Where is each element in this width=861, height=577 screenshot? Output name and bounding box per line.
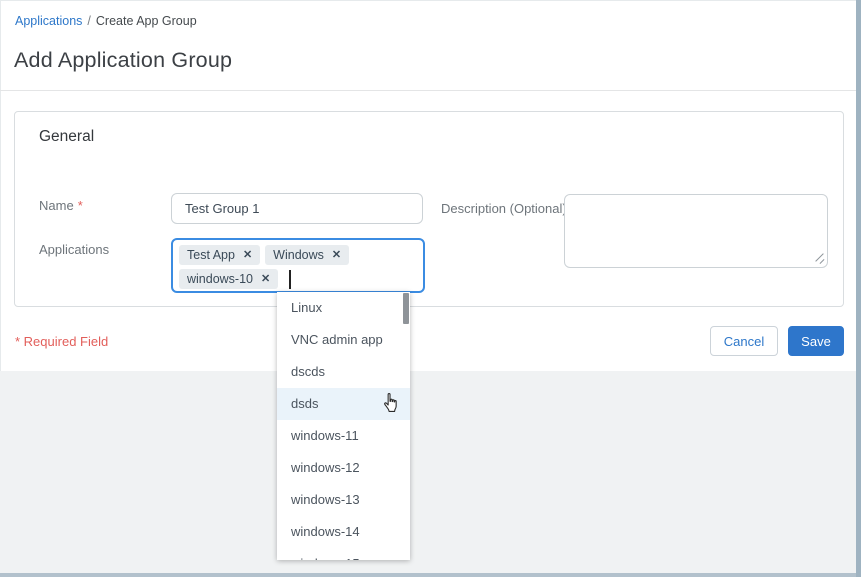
dropdown-option-windows-13[interactable]: windows-13 (277, 484, 410, 516)
description-label: Description (Optional) (441, 201, 567, 216)
remove-tag-icon[interactable]: ✕ (243, 250, 252, 261)
dropdown-option-windows-15[interactable]: windows-15 (277, 548, 410, 560)
create-app-group-page: Applications / Create App Group Add Applic… (0, 0, 861, 577)
vertical-scrollbar[interactable] (856, 0, 861, 577)
save-button[interactable]: Save (788, 326, 844, 356)
applications-multiselect[interactable]: Test App ✕ Windows ✕ windows-10 ✕ (171, 238, 425, 293)
dropdown-option-vnc-admin-app[interactable]: VNC admin app (277, 324, 410, 356)
header-divider (0, 90, 856, 91)
name-label-text: Name (39, 198, 74, 213)
tag-label: Windows (273, 248, 324, 262)
tag-test-app: Test App ✕ (179, 245, 260, 265)
tag-windows: Windows ✕ (265, 245, 349, 265)
page-title: Add Application Group (14, 48, 232, 73)
breadcrumb: Applications / Create App Group (15, 14, 197, 28)
breadcrumb-separator: / (87, 14, 90, 28)
breadcrumb-current: Create App Group (96, 14, 197, 28)
dropdown-option-windows-11[interactable]: windows-11 (277, 420, 410, 452)
dropdown-option-linux[interactable]: Linux (277, 292, 410, 324)
name-label: Name * (39, 198, 83, 213)
dropdown-option-dsds[interactable]: dsds (277, 388, 410, 420)
name-required-marker: * (78, 198, 83, 213)
dropdown-scrollbar-thumb[interactable] (403, 293, 409, 324)
description-textarea[interactable] (564, 194, 828, 268)
applications-label: Applications (39, 242, 109, 257)
cancel-button[interactable]: Cancel (710, 326, 778, 356)
dropdown-option-dscds[interactable]: dscds (277, 356, 410, 388)
tag-label: windows-10 (187, 272, 253, 286)
tag-label: Test App (187, 248, 235, 262)
card-title: General (39, 128, 94, 146)
required-field-note: * Required Field (15, 334, 108, 349)
remove-tag-icon[interactable]: ✕ (261, 274, 270, 285)
dropdown-option-windows-14[interactable]: windows-14 (277, 516, 410, 548)
text-caret (289, 270, 291, 289)
lower-background (0, 371, 856, 573)
remove-tag-icon[interactable]: ✕ (332, 250, 341, 261)
horizontal-scrollbar[interactable] (0, 573, 861, 577)
breadcrumb-applications-link[interactable]: Applications (15, 14, 82, 28)
tag-windows-10: windows-10 ✕ (179, 269, 278, 289)
name-input[interactable] (171, 193, 423, 224)
general-card: General Name * Description (Optional) App… (14, 111, 844, 307)
applications-dropdown: Linux VNC admin app dscds dsds windows-1… (277, 292, 410, 560)
dropdown-option-windows-12[interactable]: windows-12 (277, 452, 410, 484)
